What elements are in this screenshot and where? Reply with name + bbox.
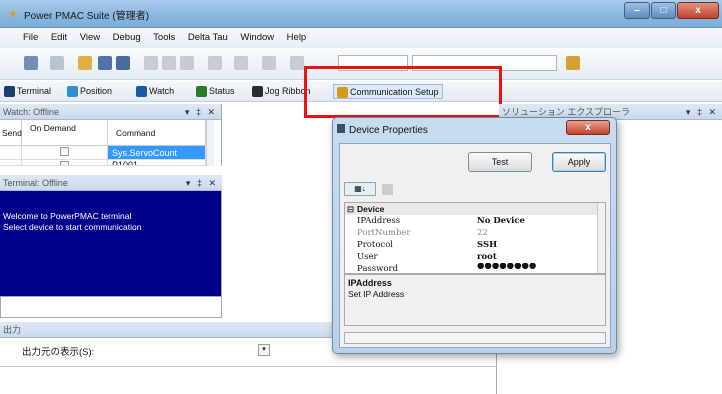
jog-ribbon-button[interactable]: Jog Ribbon	[252, 84, 311, 99]
menu-tools[interactable]: Tools	[148, 28, 180, 48]
table-row[interactable]	[22, 146, 108, 160]
terminal-pane-title: Terminal: Offline	[3, 178, 68, 188]
on-demand-checkbox[interactable]	[60, 161, 69, 165]
position-icon	[67, 86, 78, 98]
maximize-button[interactable]: □	[651, 2, 676, 19]
terminal-line: Welcome to PowerPMAC terminal	[3, 211, 132, 221]
menu-bar: File Edit View Debug Tools Delta Tau Win…	[0, 28, 722, 48]
navigate-forward-icon[interactable]	[290, 56, 304, 70]
watch-command-cell[interactable]: P1001	[108, 160, 206, 166]
terminal-line: Select device to start communication	[3, 222, 142, 232]
categorized-sort-icon[interactable]: ▦↓	[344, 182, 376, 196]
navigate-back-icon[interactable]	[262, 56, 276, 70]
test-button[interactable]: Test	[468, 152, 532, 172]
solution-explorer-title: ソリューション エクスプローラ	[502, 107, 631, 117]
property-row[interactable]: Protocol SSH	[345, 239, 605, 251]
description-title: IPAddress	[348, 278, 392, 288]
property-row[interactable]: User root	[345, 251, 605, 263]
menu-help[interactable]: Help	[282, 28, 312, 48]
description-text: Set IP Address	[348, 289, 405, 299]
dialog-title: Device Properties	[349, 125, 428, 136]
status-strip	[344, 332, 606, 344]
solution-explorer-icon[interactable]	[566, 56, 580, 70]
copy-icon[interactable]	[162, 56, 176, 70]
property-description: IPAddress Set IP Address	[344, 274, 606, 326]
on-demand-checkbox[interactable]	[60, 147, 69, 156]
watch-grid: Send On Demand Command Sys.ServoCount P1…	[0, 120, 214, 166]
undo-icon[interactable]	[208, 56, 222, 70]
save-icon[interactable]	[98, 56, 112, 70]
category-device[interactable]: ⊟ Device	[345, 203, 605, 215]
minimize-button[interactable]: –	[624, 2, 650, 19]
col-command[interactable]: Command	[108, 120, 206, 146]
watch-button[interactable]: Watch	[136, 84, 174, 99]
dialog-body: Test Apply ▦↓ ⊟ Device IPAddress No Device…	[339, 143, 611, 348]
terminal-input[interactable]	[0, 296, 222, 318]
title-bar: ★ Power PMAC Suite (管理者) – □ x	[0, 0, 722, 28]
redo-icon[interactable]	[234, 56, 248, 70]
watch-icon	[136, 86, 147, 98]
property-row[interactable]: IPAddress No Device	[345, 215, 605, 227]
add-item-icon[interactable]	[50, 56, 64, 70]
open-folder-icon[interactable]	[78, 56, 92, 70]
property-grid: ⊟ Device IPAddress No Device PortNumber 22 …	[344, 202, 606, 274]
menu-debug[interactable]: Debug	[108, 28, 146, 48]
col-on-demand[interactable]: On Demand	[22, 120, 108, 146]
close-button[interactable]: x	[677, 2, 719, 19]
menu-view[interactable]: View	[75, 28, 105, 48]
menu-delta-tau[interactable]: Delta Tau	[183, 28, 233, 48]
pane-controls[interactable]: ▾ ‡ ✕	[186, 175, 218, 191]
apply-button[interactable]: Apply	[552, 152, 606, 172]
terminal-button[interactable]: Terminal	[4, 84, 51, 99]
output-pane-title: 出力	[3, 325, 22, 335]
save-all-icon[interactable]	[116, 56, 130, 70]
dialog-close-button[interactable]: x	[566, 120, 610, 135]
pane-controls[interactable]: ▾ ‡ ✕	[185, 104, 217, 120]
highlight-box	[304, 66, 502, 118]
terminal-output[interactable]: Welcome to PowerPMAC terminal Select dev…	[0, 191, 222, 296]
watch-pane-title: Watch: Offline	[3, 107, 60, 117]
output-source-dropdown[interactable]: ▾	[258, 344, 270, 356]
menu-file[interactable]: File	[18, 28, 43, 48]
output-text[interactable]	[0, 366, 497, 394]
terminal-icon	[4, 86, 15, 98]
device-properties-dialog: Device Properties x Test Apply ▦↓ ⊟ Devic…	[332, 117, 617, 354]
dialog-icon	[337, 124, 345, 133]
pane-controls[interactable]: ▾ ‡ ✕	[686, 104, 718, 120]
cut-icon[interactable]	[144, 56, 158, 70]
menu-window[interactable]: Window	[235, 28, 279, 48]
property-pages-icon[interactable]	[382, 184, 393, 195]
property-scrollbar[interactable]	[597, 203, 605, 273]
output-source-label: 出力元の表示(S):	[22, 347, 95, 358]
table-row[interactable]	[22, 160, 108, 166]
position-button[interactable]: Position	[67, 84, 112, 99]
col-send[interactable]: Send	[0, 120, 22, 146]
window-title: Power PMAC Suite (管理者)	[24, 11, 150, 22]
watch-pane-header: Watch: Offline ▾ ‡ ✕	[0, 104, 221, 120]
terminal-pane-header: Terminal: Offline ▾ ‡ ✕	[0, 175, 222, 191]
watch-scrollbar[interactable]	[206, 120, 214, 166]
new-project-icon[interactable]	[24, 56, 38, 70]
watch-command-cell[interactable]: Sys.ServoCount	[108, 146, 206, 160]
status-icon	[196, 86, 207, 98]
property-row[interactable]: PortNumber 22	[345, 227, 605, 239]
watch-pane: Watch: Offline ▾ ‡ ✕ Send On Demand Comm…	[0, 104, 222, 166]
property-row[interactable]: Password ●●●●●●●●	[345, 263, 605, 271]
status-button[interactable]: Status	[196, 84, 235, 99]
menu-edit[interactable]: Edit	[46, 28, 72, 48]
paste-icon[interactable]	[180, 56, 194, 70]
jog-icon	[252, 86, 263, 98]
app-star-icon: ★	[8, 8, 18, 20]
